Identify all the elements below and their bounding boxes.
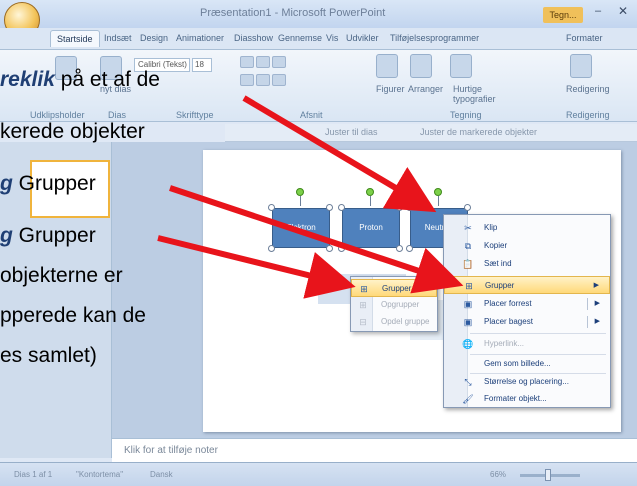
arrow-to-context-grupper [169,185,464,294]
arrow-to-neutron [242,95,437,213]
annotation-arrows [157,95,464,299]
arrow-to-submenu-grupper [157,235,356,299]
